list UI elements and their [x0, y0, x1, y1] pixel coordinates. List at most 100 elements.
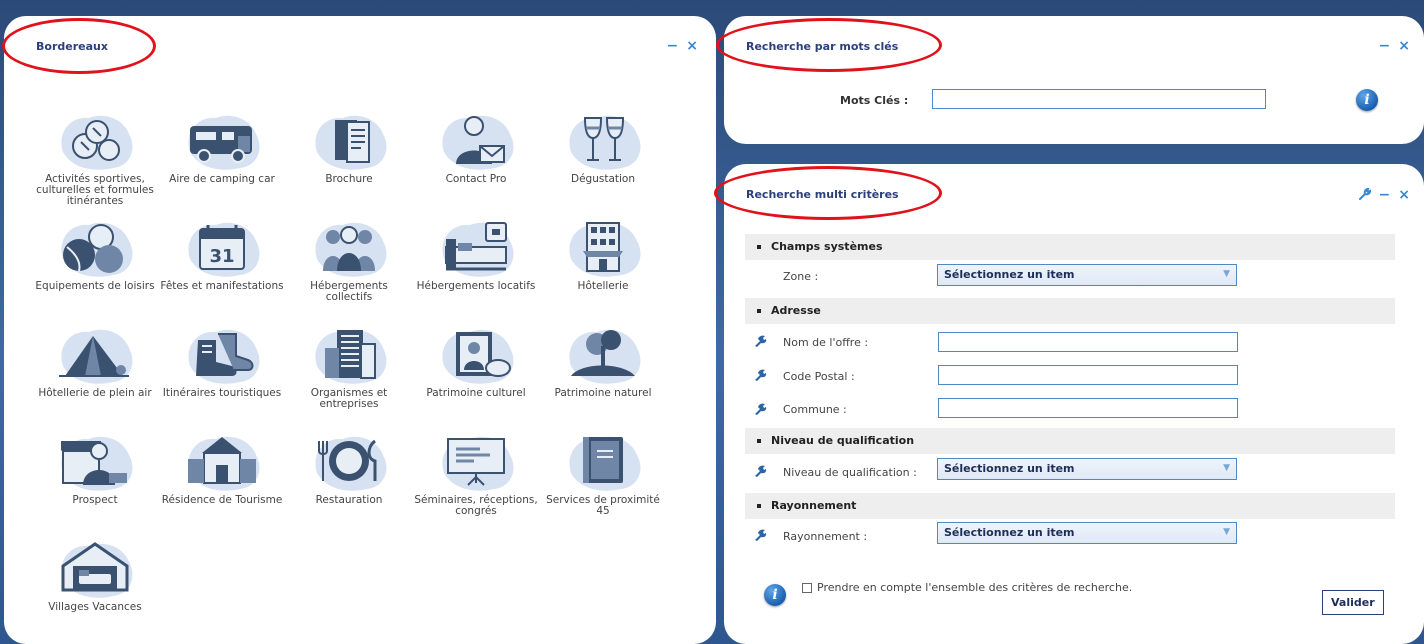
zone-select[interactable]: Sélectionnez un item ▼ [937, 264, 1237, 286]
group-people-icon [303, 215, 395, 281]
book-icon [557, 429, 649, 495]
keyword-search-title: Recherche par mots clés [746, 40, 899, 53]
bordereau-tile[interactable]: Dégustation [540, 108, 666, 215]
bordereau-tile-label: Résidence de Tourisme [161, 494, 283, 506]
painting-icon [430, 322, 522, 388]
tree-icon [557, 322, 649, 388]
wrench-icon[interactable] [754, 334, 768, 348]
multi-window-controls: − × [1358, 187, 1410, 202]
bordereau-tile[interactable]: Brochure [286, 108, 412, 215]
bordereau-tile[interactable]: 31 Fêtes et manifestations [159, 215, 285, 322]
section-niveau-qualification: Niveau de qualification [745, 428, 1395, 454]
calendar-icon: 31 [176, 215, 268, 281]
keyword-input[interactable] [932, 89, 1266, 109]
wrench-icon[interactable] [754, 368, 768, 382]
info-icon[interactable]: i [764, 584, 786, 606]
bordereau-tile-label: Brochure [325, 173, 373, 185]
chevron-down-icon: ▼ [1223, 463, 1230, 473]
commune-input[interactable] [938, 398, 1238, 418]
bordereau-tile-label: Itinéraires touristiques [162, 387, 282, 399]
bordereaux-title: Bordereaux [36, 40, 108, 53]
residence-icon [176, 429, 268, 495]
bordereau-tile[interactable]: Itinéraires touristiques [159, 322, 285, 429]
hotel-building-icon [557, 215, 649, 281]
chevron-down-icon: ▼ [1223, 269, 1230, 279]
zone-label: Zone : [783, 270, 819, 283]
close-icon[interactable]: × [686, 39, 698, 53]
bed-icon [430, 215, 522, 281]
rayonnement-select-value: Sélectionnez un item [944, 526, 1075, 539]
wrench-icon[interactable] [754, 464, 768, 478]
section-adresse: Adresse [745, 298, 1395, 324]
rayonnement-select[interactable]: Sélectionnez un item ▼ [937, 522, 1237, 544]
nom-offre-input[interactable] [938, 332, 1238, 352]
bordereau-tile[interactable]: Patrimoine naturel [540, 322, 666, 429]
zone-select-value: Sélectionnez un item [944, 268, 1075, 281]
bordereau-tile-label: Prospect [72, 494, 118, 506]
all-criteria-checkbox[interactable] [802, 583, 812, 593]
bordereau-tile-label: Fêtes et manifestations [160, 280, 284, 292]
bordereau-tile[interactable]: Services de proximité 45 [540, 429, 666, 536]
bordereau-tile-label: Contact Pro [445, 173, 507, 185]
bordereau-tile-label: Patrimoine culturel [426, 387, 526, 399]
bordereau-tile[interactable]: Activités sportives, culturelles et form… [32, 108, 158, 215]
bordereau-tile[interactable]: Patrimoine culturel [413, 322, 539, 429]
code-postal-input[interactable] [938, 365, 1238, 385]
tent-icon [49, 322, 141, 388]
commune-label: Commune : [783, 403, 847, 416]
bordereau-tile-label: Hébergements locatifs [416, 280, 536, 292]
section-champs-systemes: Champs systèmes [745, 234, 1395, 260]
bordereau-tile-label: Dégustation [571, 173, 635, 185]
bordereau-tile[interactable]: Hébergements collectifs [286, 215, 412, 322]
minimize-icon[interactable]: − [1379, 39, 1391, 53]
bordereau-tile-label: Hôtellerie [577, 280, 629, 292]
sports-balls-icon [49, 108, 141, 174]
chevron-down-icon: ▼ [1223, 527, 1230, 537]
all-criteria-label: Prendre en compte l'ensemble des critère… [817, 581, 1133, 594]
bordereau-tile[interactable]: Hôtellerie de plein air [32, 322, 158, 429]
bordereau-tile[interactable]: Résidence de Tourisme [159, 429, 285, 536]
keyword-window-controls: − × [1379, 39, 1410, 53]
bordereau-tile[interactable]: Equipements de loisirs [32, 215, 158, 322]
contact-pro-icon [430, 108, 522, 174]
shop-person-icon [49, 429, 141, 495]
bordereau-tile[interactable]: Hébergements locatifs [413, 215, 539, 322]
wrench-icon[interactable] [754, 528, 768, 542]
valider-button[interactable]: Valider [1322, 590, 1384, 615]
niveau-qualification-select[interactable]: Sélectionnez un item ▼ [937, 458, 1237, 480]
bordereau-tile[interactable]: Restauration [286, 429, 412, 536]
close-icon[interactable]: × [1398, 39, 1410, 53]
bordereau-tile-label: Services de proximité 45 [546, 494, 660, 517]
bordereau-tile[interactable]: Hôtellerie [540, 215, 666, 322]
leisure-balls-icon [49, 215, 141, 281]
bordereau-tile[interactable]: Séminaires, réceptions, congrés [413, 429, 539, 536]
info-icon[interactable]: i [1356, 89, 1378, 111]
bordereau-tile-label: Villages Vacances [48, 601, 142, 613]
wine-glasses-icon [557, 108, 649, 174]
bordereau-tile[interactable]: Villages Vacances [32, 536, 158, 643]
wrench-icon[interactable] [754, 402, 768, 416]
bordereau-tile-label: Activités sportives, culturelles et form… [36, 173, 154, 207]
bordereau-tile-label: Restauration [315, 494, 383, 506]
bordereau-tile[interactable]: Contact Pro [413, 108, 539, 215]
bordereaux-panel: Bordereaux − × Activités sportives, cult… [4, 16, 716, 644]
minimize-icon[interactable]: − [1379, 188, 1391, 202]
bordereau-tile[interactable]: Aire de camping car [159, 108, 285, 215]
bordereau-tile-label: Aire de camping car [169, 173, 275, 185]
hiking-boots-icon [176, 322, 268, 388]
garage-house-icon [49, 536, 141, 602]
bordereaux-window-controls: − × [667, 39, 698, 53]
nom-offre-label: Nom de l'offre : [783, 336, 869, 349]
close-icon[interactable]: × [1398, 188, 1410, 202]
niveau-select-value: Sélectionnez un item [944, 462, 1075, 475]
bordereau-tile[interactable]: Organismes et entreprises [286, 322, 412, 429]
brochure-icon [303, 108, 395, 174]
bordereau-tile[interactable]: Prospect [32, 429, 158, 536]
bordereau-tile-label: Patrimoine naturel [554, 387, 652, 399]
multi-criteria-title: Recherche multi critères [746, 188, 899, 201]
wrench-icon[interactable] [1358, 187, 1371, 202]
minimize-icon[interactable]: − [667, 39, 679, 53]
bordereau-tile-label: Equipements de loisirs [35, 280, 155, 292]
svg-text:31: 31 [209, 246, 234, 267]
presentation-board-icon [430, 429, 522, 495]
